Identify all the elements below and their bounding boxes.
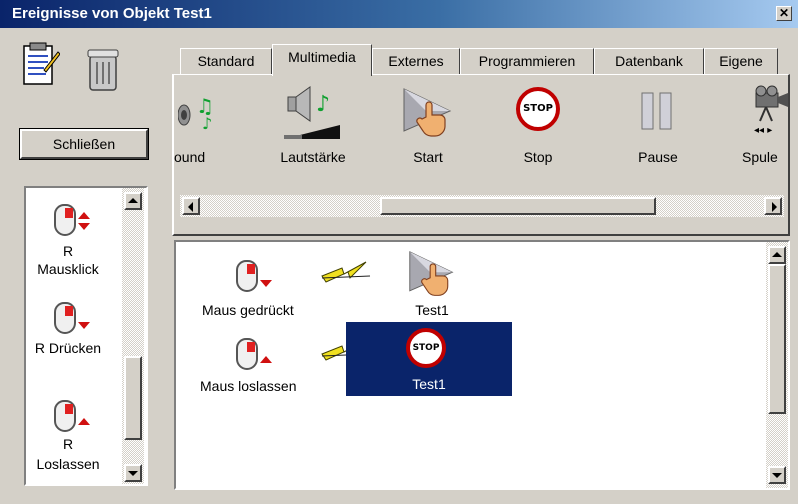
list-item[interactable]: R Mausklick bbox=[26, 188, 114, 286]
trigger-list-scrollbar[interactable] bbox=[122, 188, 144, 484]
event-target-label: Test1 bbox=[415, 302, 449, 318]
event-trigger-label: Maus loslassen bbox=[200, 378, 297, 394]
event-trigger-label: Maus gedrückt bbox=[202, 302, 294, 318]
scroll-up-button[interactable] bbox=[768, 246, 786, 264]
list-item[interactable]: R Drücken bbox=[26, 288, 114, 364]
list-item-label: R Drücken bbox=[34, 340, 102, 356]
action-label: ound bbox=[174, 149, 206, 165]
sound-icon[interactable]: ♫ ♪ bbox=[177, 91, 218, 135]
stop-icon[interactable]: STOP bbox=[516, 87, 560, 131]
mouse-click-icon bbox=[52, 192, 92, 238]
action-label: Lautstärke bbox=[280, 149, 346, 165]
mouse-press-icon bbox=[52, 290, 92, 336]
scroll-down-button[interactable] bbox=[768, 466, 786, 484]
tab-programmieren[interactable]: Programmieren bbox=[460, 48, 594, 74]
volume-icon[interactable]: ♪ bbox=[282, 85, 342, 141]
rewind-icon[interactable]: ◂◂ ▸ bbox=[752, 85, 788, 137]
schliessen-label: Schließen bbox=[52, 136, 116, 152]
tab-datenbank[interactable]: Datenbank bbox=[594, 48, 704, 74]
pause-icon[interactable] bbox=[638, 89, 678, 135]
trigger-list[interactable]: R Mausklick R Drücken R Loslassen bbox=[24, 186, 148, 486]
play-icon[interactable] bbox=[400, 87, 456, 141]
tab-multimedia[interactable]: Multimedia bbox=[272, 44, 372, 76]
event-row[interactable]: Maus loslassen STOP Test1 bbox=[176, 322, 766, 400]
play-icon bbox=[406, 250, 458, 300]
mouse-release-icon bbox=[52, 388, 92, 434]
list-item-label: R Loslassen bbox=[36, 436, 100, 472]
event-target-label: Test1 bbox=[412, 376, 446, 392]
mouse-press-icon bbox=[234, 248, 274, 294]
close-icon: ✕ bbox=[778, 6, 790, 20]
list-item[interactable]: R Loslassen bbox=[26, 384, 114, 484]
title-bar: Ereignisse von Objekt Test1 ✕ bbox=[0, 0, 798, 28]
tab-externes[interactable]: Externes bbox=[372, 48, 460, 74]
svg-text:♪: ♪ bbox=[202, 114, 212, 133]
scroll-up-button[interactable] bbox=[124, 192, 142, 210]
trash-icon[interactable] bbox=[84, 44, 124, 94]
action-label: Pause bbox=[638, 149, 678, 165]
palette-scrollbar[interactable] bbox=[180, 195, 784, 217]
stop-icon: STOP bbox=[406, 328, 446, 368]
tab-eigene[interactable]: Eigene bbox=[704, 48, 778, 74]
scroll-right-button[interactable] bbox=[764, 197, 782, 215]
event-list-scrollbar[interactable] bbox=[766, 242, 788, 488]
selected-action[interactable]: STOP Test1 bbox=[346, 322, 512, 396]
mouse-release-icon bbox=[234, 326, 274, 372]
event-list[interactable]: Maus gedrückt Test1 Maus loslassen STOP … bbox=[174, 240, 790, 490]
action-label: Start bbox=[413, 149, 443, 165]
scroll-left-button[interactable] bbox=[182, 197, 200, 215]
event-row[interactable]: Maus gedrückt Test1 bbox=[176, 242, 766, 320]
scroll-thumb[interactable] bbox=[124, 356, 142, 440]
tab-standard[interactable]: Standard bbox=[180, 48, 272, 74]
scroll-thumb[interactable] bbox=[380, 197, 656, 215]
lightning-icon bbox=[320, 258, 376, 288]
close-window-button[interactable]: ✕ bbox=[776, 6, 792, 21]
scroll-down-button[interactable] bbox=[124, 464, 142, 482]
action-label: Spule bbox=[742, 149, 778, 165]
window-title: Ereignisse von Objekt Test1 bbox=[12, 5, 212, 22]
notepad-icon[interactable] bbox=[20, 40, 61, 90]
list-item-label: R Mausklick bbox=[37, 243, 99, 277]
svg-text:◂◂ ▸: ◂◂ ▸ bbox=[754, 125, 772, 136]
action-label: Stop bbox=[523, 149, 553, 165]
svg-text:♪: ♪ bbox=[316, 92, 330, 117]
schliessen-button[interactable]: Schließen bbox=[19, 128, 149, 160]
action-palette: ♫ ♪ ound ♪ Lautstärke Start STOP Stop Pa… bbox=[172, 74, 790, 236]
scroll-thumb[interactable] bbox=[768, 264, 786, 414]
